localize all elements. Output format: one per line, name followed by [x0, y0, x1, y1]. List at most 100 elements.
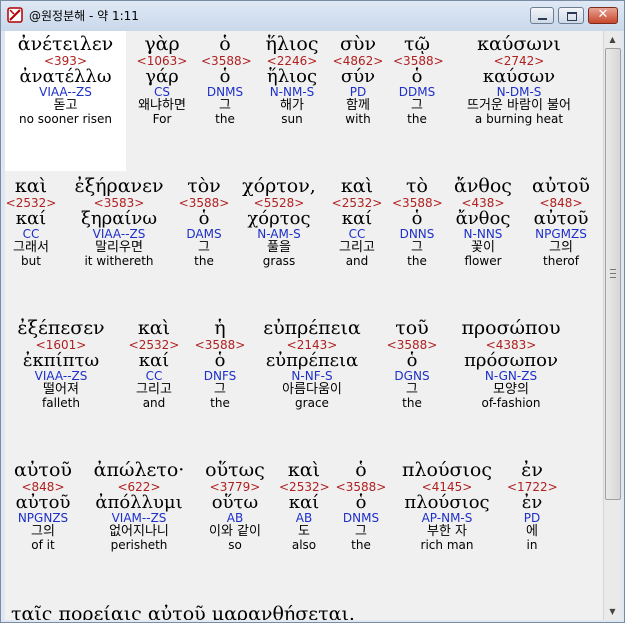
word-unit[interactable]: οὕτως <3779> οὕτω AB 이와 같이 so	[197, 460, 273, 552]
greek-word: ὁ	[219, 33, 231, 55]
greek-word: ἐν	[521, 459, 543, 481]
word-unit[interactable]: αὐτοῦ <848> αὐτοῦ NPGNZS 그의 of it	[5, 460, 81, 551]
title-bar[interactable]: @원정분해 - 약 1:11 ✕	[1, 1, 624, 31]
korean-gloss: 그	[214, 382, 226, 398]
interlinear-panel[interactable]: ἀνέτειλεν <393> ἀνατέλλω VIAA--ZS 돋고 no …	[5, 31, 603, 620]
english-gloss: also	[291, 537, 317, 552]
scrollbar-thumb[interactable]	[605, 48, 621, 500]
app-window: @원정분해 - 약 1:11 ✕ ἀνέτειλεν <393> ἀνατέλλ…	[0, 0, 625, 623]
lemma: καί	[341, 207, 373, 229]
word-unit[interactable]: χόρτον, <5528> χόρτος N-AM-S 풀을 grass	[239, 175, 319, 267]
lemma: ὁ	[355, 491, 367, 513]
lemma: ὁ	[411, 65, 423, 87]
word-unit[interactable]: αὐτοῦ <848> αὐτοῦ NPGMZS 그의 therof	[523, 176, 599, 268]
lemma: ὁ	[411, 207, 423, 229]
greek-word: προσώπου	[461, 317, 561, 339]
korean-gloss: 그	[406, 382, 418, 398]
lemma: οὕτω	[211, 491, 259, 513]
word-unit[interactable]: σὺν <4862> σύν PD 함께 with	[331, 33, 385, 125]
word-unit[interactable]: καύσωνι <2742> καύσων N-DM-S 뜨거운 바람이 불어 …	[453, 33, 585, 125]
scroll-up-icon[interactable]: ▲	[604, 31, 621, 48]
word-unit[interactable]: ἥλιος <2246> ἥλιος N-NM-S 해가 sun	[257, 34, 327, 126]
greek-word: γὰρ	[144, 33, 180, 55]
lemma: ἐν	[521, 491, 543, 513]
word-unit[interactable]: ἐξέπεσεν <1601> ἐκπίπτω VIAA--ZS 떨어져 fal…	[5, 318, 117, 409]
minimize-icon[interactable]	[530, 7, 554, 24]
window-title: @원정분해 - 약 1:11	[29, 9, 139, 23]
greek-word: σὺν	[339, 33, 377, 55]
korean-gloss: 왜냐하면	[138, 98, 186, 114]
korean-gloss: 그	[219, 98, 231, 114]
word-unit[interactable]: καὶ <2532> καί AB 도 also	[279, 460, 330, 552]
korean-gloss: 그의	[549, 240, 573, 256]
english-gloss: and	[142, 395, 166, 410]
korean-gloss: 그	[411, 98, 423, 114]
lemma: ἐκπίπτω	[22, 349, 100, 371]
word-unit[interactable]: γὰρ <1063> γάρ CS 왜냐하면 For	[127, 33, 197, 125]
english-gloss: the	[407, 253, 427, 268]
korean-gloss: 풀을	[267, 240, 291, 256]
english-gloss: so	[228, 537, 242, 552]
lemma: ἥλιος	[266, 65, 318, 87]
korean-gloss: 그리고	[339, 240, 375, 256]
greek-word: χόρτον,	[242, 175, 316, 197]
word-unit[interactable]: ὁ <3588> ὁ DNMS 그 the	[201, 33, 252, 126]
word-unit[interactable]: ἄνθος <438> ἄνθος N-NNS 꽃이 flower	[449, 175, 517, 267]
korean-gloss: 그의	[31, 524, 55, 540]
lemma: γάρ	[145, 65, 179, 87]
korean-gloss: 그래서	[13, 240, 49, 256]
lemma: ξηραίνω	[80, 207, 158, 229]
word-unit[interactable]: ὁ <3588> ὁ DNMS 그 the	[335, 459, 387, 551]
english-gloss: in	[526, 537, 538, 552]
word-unit[interactable]: πλούσιος <4145> πλούσιος AP-NM-S 부한 자 ri…	[393, 460, 501, 551]
lemma: αὐτοῦ	[533, 207, 589, 229]
korean-gloss: 없어지나니	[109, 524, 169, 540]
word-unit[interactable]: εὐπρέπεια <2143> εὐπρέπεια N-NF-S 아름다움이 …	[253, 318, 371, 409]
greek-word: ὁ	[355, 459, 367, 481]
greek-word: καύσωνι	[477, 33, 561, 55]
korean-gloss: 그	[411, 240, 423, 256]
word-unit[interactable]: τὸν <3588> ὁ DAMS 그 the	[178, 176, 230, 267]
korean-gloss: 해가	[280, 98, 304, 114]
lemma: καί	[138, 349, 170, 371]
korean-gloss: 그	[198, 240, 210, 256]
word-unit[interactable]: ἐν <1722> ἐν PD 에 in	[507, 459, 558, 552]
word-unit[interactable]: καὶ <2532> καί CC 그리고 and	[128, 318, 180, 410]
greek-word: ἀνέτειλεν	[17, 33, 114, 55]
english-gloss: the	[215, 111, 235, 126]
english-gloss: it withereth	[84, 253, 154, 268]
word-unit[interactable]: ἀπώλετο· <622> ἀπόλλυμι VIAM--ZS 없어지나니 p…	[87, 460, 191, 551]
close-icon[interactable]: ✕	[588, 7, 618, 24]
english-gloss: no sooner risen	[19, 111, 112, 126]
word-unit[interactable]: καὶ <2532> καί CC 그래서 but	[5, 176, 57, 267]
vertical-scrollbar[interactable]: ▲ ▼	[603, 31, 621, 620]
word-unit[interactable]: ἀνέτειλεν <393> ἀνατέλλω VIAA--ZS 돋고 no …	[5, 33, 126, 126]
greek-word: τὸ	[406, 175, 428, 197]
english-gloss: therof	[543, 253, 579, 268]
greek-word: ἄνθος	[454, 175, 512, 197]
word-unit[interactable]: τῷ <3588> ὁ DDMS 그 the	[393, 33, 444, 125]
word-unit[interactable]: ἡ <3588> ὁ DNFS 그 the	[193, 318, 247, 409]
korean-gloss: 이와 같이	[209, 524, 261, 540]
greek-word: τῷ	[403, 33, 430, 55]
english-gloss: sun	[281, 111, 303, 126]
greek-word: τοῦ	[395, 317, 429, 339]
lemma: ἀνατέλλω	[19, 65, 112, 87]
lemma: καί	[15, 207, 47, 229]
korean-gloss: 함께	[346, 98, 370, 114]
scroll-down-icon[interactable]: ▼	[604, 603, 621, 620]
word-unit[interactable]: τοῦ <3588> ὁ DGNS 그 the	[385, 317, 439, 410]
word-unit[interactable]: τὸ <3588> ὁ DNNS 그 the	[392, 175, 443, 268]
lemma: χόρτος	[247, 207, 311, 229]
lemma: ὁ	[214, 349, 226, 371]
lemma: πλούσιος	[404, 491, 490, 513]
lemma: ὁ	[406, 349, 418, 371]
word-unit[interactable]: προσώπου <4383> πρόσωπον N-GN-ZS 모양의 of-…	[451, 317, 571, 409]
word-unit[interactable]: καὶ <2532> καί CC 그리고 and	[331, 176, 383, 267]
word-unit[interactable]: ἐξήρανεν <3583> ξηραίνω VIAA--ZS 말리우면 it…	[69, 176, 169, 268]
lemma: ὁ	[219, 65, 231, 87]
maximize-icon[interactable]	[558, 7, 584, 24]
korean-gloss: 뜨거운 바람이 불어	[467, 98, 571, 114]
english-gloss: the	[402, 395, 422, 410]
korean-gloss: 도	[298, 524, 310, 540]
